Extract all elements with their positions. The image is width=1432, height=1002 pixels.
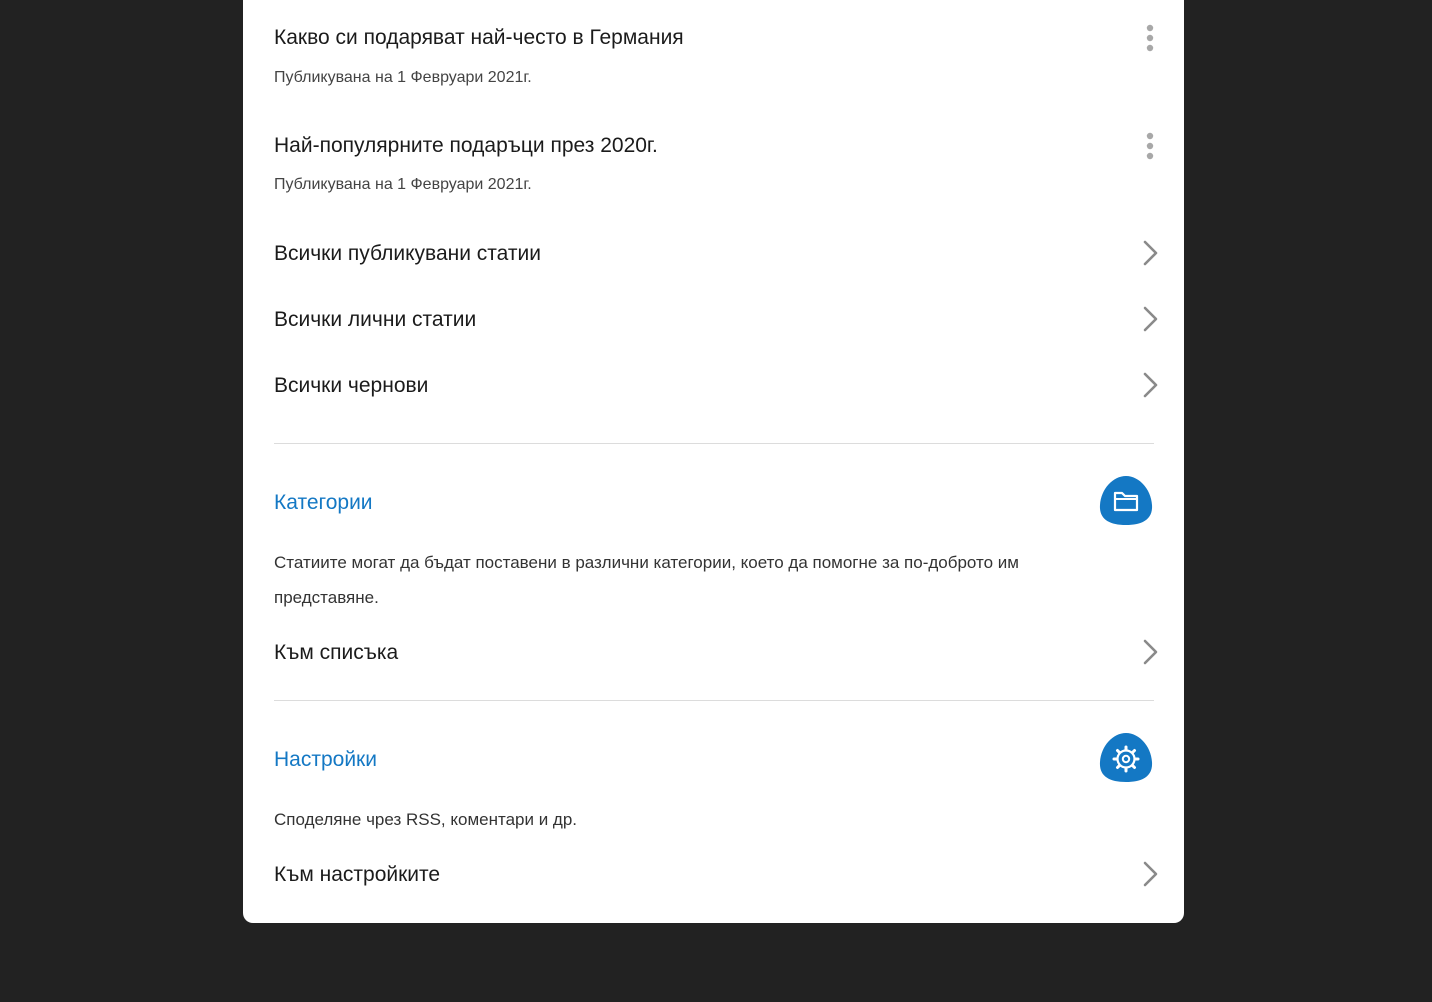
chevron-right-icon [1143,372,1158,398]
article-title[interactable]: Най-популярните подаръци през 2020г. [274,132,658,160]
nav-label: Всички лични статии [274,308,477,331]
chevron-right-icon [1143,306,1158,332]
categories-description: Статиите могат да бъдат поставени в разл… [274,553,1019,607]
article-title[interactable]: Какво си подаряват най-често в Германия [274,24,684,52]
categories-title: Категории [274,491,373,514]
nav-label: Всички публикувани статии [274,242,541,265]
nav-label: Към списъка [274,641,399,664]
chevron-right-icon [1143,639,1158,665]
all-drafts-link[interactable]: Всички чернови [274,366,1160,406]
all-published-link[interactable]: Всички публикувани статии [274,234,1160,274]
all-personal-link[interactable]: Всички лични статии [274,300,1160,340]
chevron-right-icon [1143,861,1158,887]
settings-link[interactable]: Към настройките [274,855,1160,895]
divider [274,443,1154,444]
more-options-icon[interactable] [1142,24,1158,52]
gear-icon[interactable] [1099,732,1153,784]
nav-label: Всички чернови [274,374,429,397]
categories-list-link[interactable]: Към списъка [274,633,1160,673]
article-date: Публикувана на 1 Февруари 2021г. [274,176,532,193]
nav-label: Към настройките [274,863,441,886]
folder-icon[interactable] [1099,475,1153,527]
main-panel: Какво си подаряват най-често в Германия … [243,0,1184,923]
article-date: Публикувана на 1 Февруари 2021г. [274,69,532,86]
article-item[interactable]: Най-популярните подаръци през 2020г. Пуб… [274,108,1154,208]
divider [274,700,1154,701]
settings-description: Споделяне чрез RSS, коментари и др. [274,810,578,829]
settings-title: Настройки [274,748,377,771]
chevron-right-icon [1143,240,1158,266]
article-item[interactable]: Какво си подаряват най-често в Германия … [274,0,1154,100]
more-options-icon[interactable] [1142,132,1158,160]
